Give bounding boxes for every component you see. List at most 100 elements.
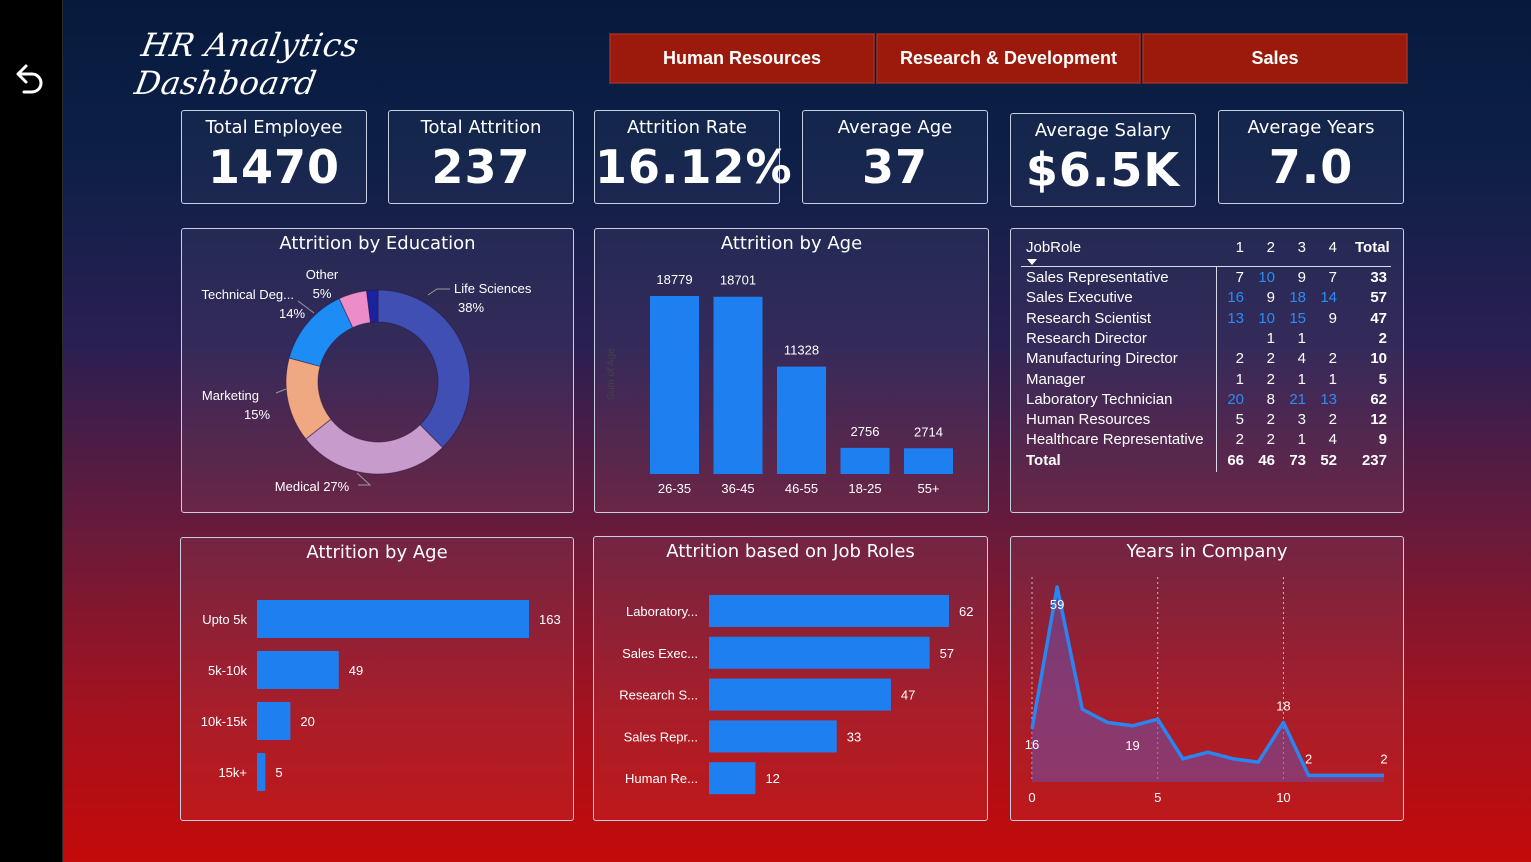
- salary-bar: [257, 600, 529, 638]
- matrix-cell: 2: [1235, 431, 1244, 449]
- matrix-cell: 7: [1328, 269, 1337, 286]
- job-roles-bar-chart: Laboratory... 62 Sales Exec... 57 Research S…: [619, 595, 973, 795]
- matrix-role-label: Healthcare Representative: [1026, 431, 1204, 449]
- age-category-label: 36-45: [721, 481, 754, 496]
- age-bar: [904, 448, 953, 474]
- kpi-label: Attrition Rate: [627, 117, 747, 138]
- department-button-human-resources[interactable]: Human Resources: [609, 33, 875, 84]
- salary-bar-chart: Upto 5k 163 5k-10k 49 10k-15k 20 15k+ 5: [201, 600, 561, 791]
- matrix-row: Manager 1 2 1 1 5: [1025, 371, 1390, 391]
- kpi-value: 7.0: [1268, 140, 1354, 194]
- matrix-cell: 1: [1328, 370, 1337, 388]
- donut-slice: [305, 418, 444, 475]
- matrix-role-label: Human Resources: [1026, 411, 1151, 429]
- donut-label: Other: [306, 267, 339, 282]
- age-bar-value: 2756: [851, 424, 880, 439]
- attrition-job-roles-card: Attrition based on Job Roles Laboratory.…: [593, 536, 988, 821]
- job-role-bar-value: 62: [959, 604, 973, 619]
- job-role-bar: [709, 595, 949, 627]
- matrix-header-total: Total: [1355, 239, 1390, 256]
- donut-label: Technical Deg...: [202, 287, 295, 302]
- age-category-label: 46-55: [785, 481, 818, 496]
- matrix-cell: 14: [1320, 289, 1337, 307]
- x-tick-label: 5: [1154, 790, 1161, 805]
- leader-line: [427, 288, 450, 296]
- department-button-sales[interactable]: Sales: [1142, 33, 1408, 84]
- job-role-bar-value: 12: [765, 771, 779, 786]
- matrix-header-cell: 1: [1235, 239, 1244, 256]
- matrix-total-cell: 33: [1370, 269, 1387, 286]
- matrix-header-jobrole[interactable]: JobRole: [1026, 239, 1081, 256]
- salary-category-label: 10k-15k: [201, 714, 248, 729]
- age-bar: [840, 447, 890, 474]
- kpi-label: Total Employee: [205, 117, 343, 138]
- salary-category-label: 5k-10k: [208, 663, 248, 678]
- matrix-cell: 18: [1289, 289, 1306, 307]
- job-role-bar-value: 33: [847, 729, 861, 744]
- matrix-total-cell: 57: [1370, 289, 1387, 307]
- matrix-cell: 2: [1328, 350, 1337, 368]
- matrix-role-label: Research Scientist: [1026, 309, 1152, 327]
- matrix-row: Healthcare Representative 2 2 1 4 9: [1025, 431, 1390, 451]
- kpi-total-attrition: Total Attrition 237: [388, 110, 574, 204]
- matrix-total-row: Total 66 46 73 52 237: [1025, 452, 1390, 472]
- area-point-label: 19: [1125, 738, 1139, 753]
- matrix-cell: 16: [1227, 289, 1244, 307]
- kpi-label: Average Age: [837, 117, 953, 138]
- kpi-value: 1470: [207, 140, 341, 194]
- salary-bar: [257, 702, 291, 740]
- area-point-label: 2: [1305, 751, 1312, 766]
- age-bar-chart: Sum of Age 18779 26-35 18701 36-45 11328 46-55…: [606, 272, 953, 496]
- donut-label: Life Sciences: [454, 281, 532, 296]
- matrix-row: Sales Executive 16 9 18 14 57: [1025, 289, 1390, 309]
- matrix-total-cell: 10: [1370, 350, 1387, 368]
- kpi-total-employee: Total Employee 1470: [181, 110, 367, 204]
- matrix-header-cell: 4: [1328, 239, 1337, 256]
- salary-bar-value: 49: [349, 663, 363, 678]
- matrix-header-divider: [1021, 266, 1391, 267]
- matrix-cell: 4: [1297, 350, 1306, 368]
- matrix-cell: 20: [1227, 390, 1244, 408]
- attrition-by-education-card: Attrition by Education Life Sciences 38% M…: [181, 228, 574, 513]
- matrix-cell: 46: [1258, 451, 1275, 469]
- back-button[interactable]: [8, 58, 48, 98]
- matrix-cell: 21: [1289, 390, 1306, 408]
- matrix-header-cell: 2: [1266, 239, 1275, 256]
- kpi-value: 16.12%: [595, 140, 793, 194]
- matrix-cell: 1: [1297, 329, 1306, 347]
- department-button-research-development[interactable]: Research & Development: [876, 33, 1141, 84]
- matrix-cell: 13: [1227, 309, 1244, 327]
- age-bar-value: 2714: [914, 424, 943, 439]
- matrix-cell: 5: [1235, 411, 1244, 429]
- matrix-cell: 10: [1258, 269, 1275, 286]
- age-category-label: 18-25: [848, 481, 881, 496]
- kpi-label: Average Years: [1247, 117, 1375, 138]
- salary-bar-value: 20: [300, 714, 314, 729]
- matrix-cell: 1: [1297, 431, 1306, 449]
- area-point-label: 18: [1276, 698, 1290, 713]
- job-role-label: Human Re...: [625, 771, 698, 786]
- matrix-total-cell: 47: [1370, 309, 1387, 327]
- matrix-row: Research Director 1 1 2: [1025, 330, 1390, 350]
- salary-category-label: Upto 5k: [202, 612, 247, 627]
- matrix-total-cell: 237: [1361, 451, 1387, 469]
- sort-descending-icon[interactable]: [1027, 259, 1037, 265]
- job-role-bar: [709, 636, 930, 669]
- matrix-header-row: JobRole 1 2 3 4 Total: [1025, 239, 1390, 259]
- kpi-average-age: Average Age 37: [802, 110, 988, 204]
- matrix-cell: 2: [1328, 411, 1337, 429]
- donut-label: Marketing: [202, 388, 259, 403]
- kpi-value: 37: [861, 140, 928, 194]
- matrix-cell: 2: [1266, 431, 1275, 449]
- area-point-label: 2: [1380, 751, 1387, 766]
- job-role-label: Laboratory...: [626, 604, 698, 619]
- job-role-bar-value: 57: [940, 646, 954, 661]
- age-bar-value: 11328: [784, 343, 819, 358]
- age-bar: [713, 296, 763, 474]
- matrix-total-cell: 9: [1378, 431, 1387, 449]
- matrix-cell: 2: [1266, 350, 1275, 368]
- salary-bar-value: 163: [539, 612, 561, 627]
- job-role-label: Research S...: [619, 688, 698, 703]
- matrix-cell: 66: [1227, 451, 1244, 469]
- matrix-row: Sales Representative 7 10 9 7 33: [1025, 269, 1390, 289]
